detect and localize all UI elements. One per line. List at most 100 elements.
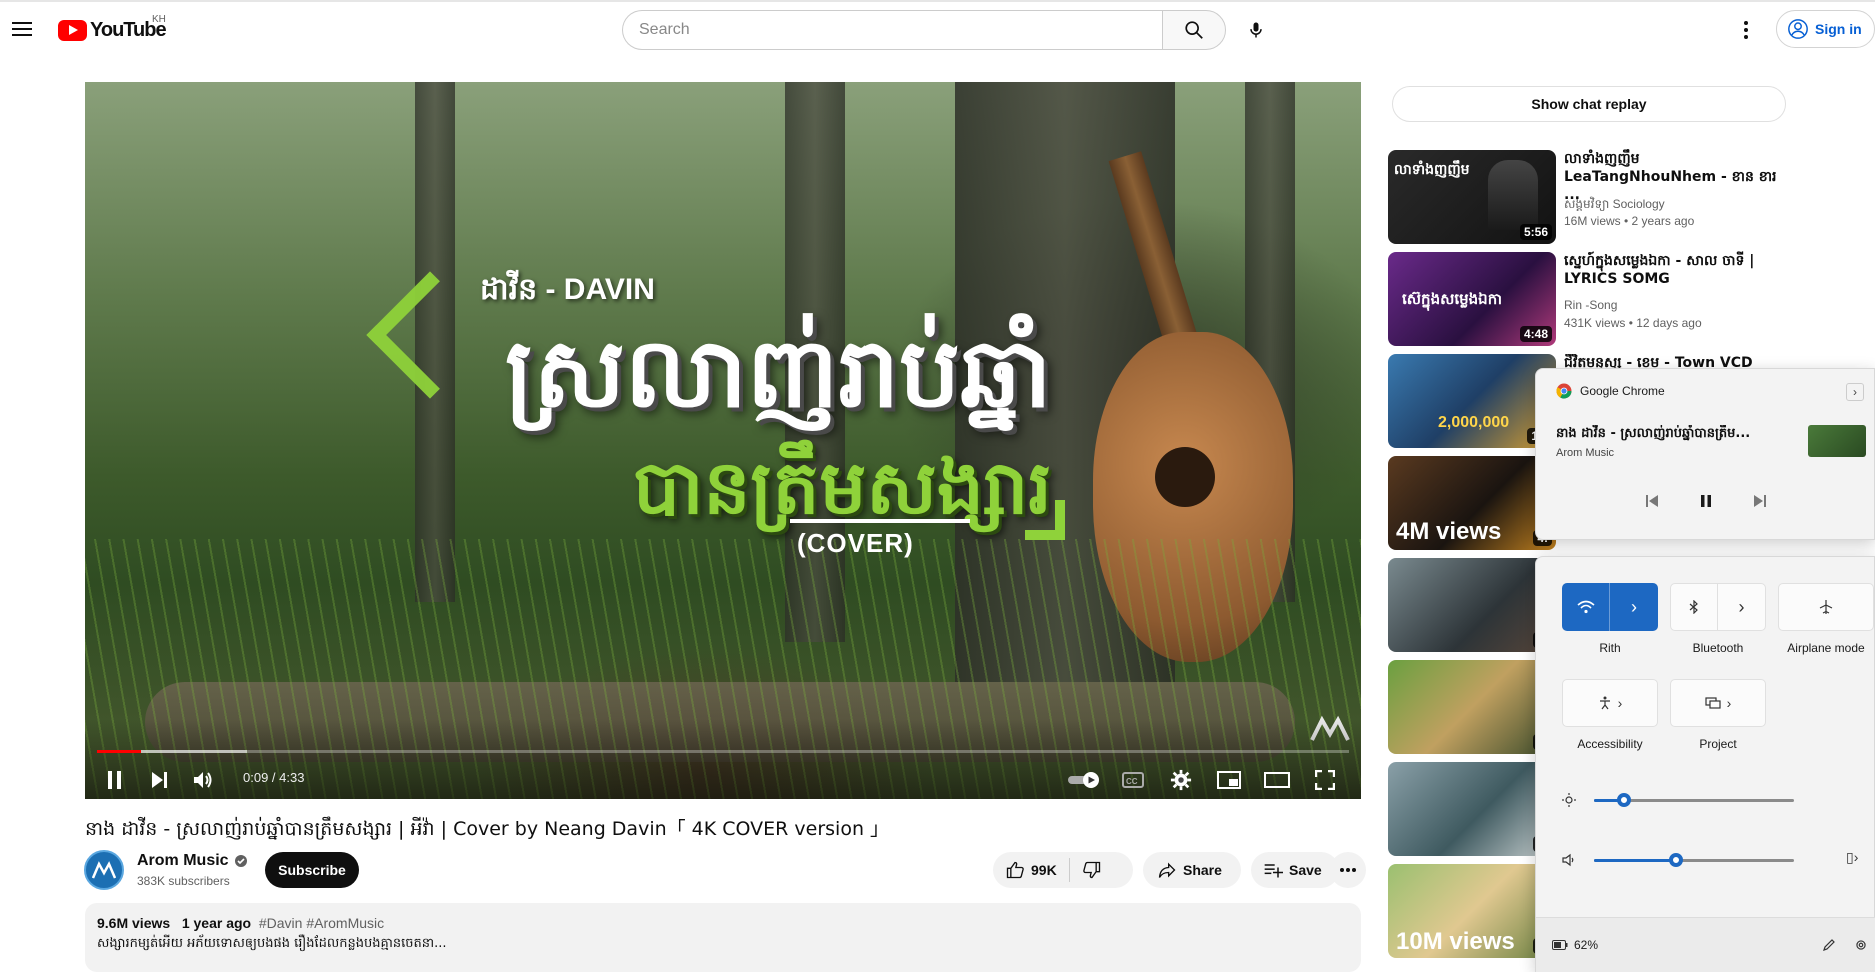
accessibility-tile[interactable]: › <box>1562 679 1658 727</box>
save-label: Save <box>1289 862 1322 878</box>
airplane-mode-tile[interactable] <box>1778 583 1874 631</box>
expand-chevron-icon[interactable]: › <box>1846 383 1864 401</box>
media-app-name: Google Chrome <box>1580 384 1665 398</box>
accessibility-icon <box>1599 696 1610 710</box>
playlist-add-icon <box>1264 864 1283 878</box>
thumbnail-text: 4M views <box>1396 518 1502 545</box>
brightness-icon <box>1562 793 1576 807</box>
like-button[interactable]: 99K <box>993 858 1070 882</box>
share-label: Share <box>1183 862 1222 878</box>
recommendation-thumbnail[interactable]: ស៊េក្នុងសម្លេងឯកា 4:48 <box>1388 252 1556 346</box>
media-previous-button[interactable] <box>1640 489 1664 513</box>
dislike-button[interactable] <box>1070 860 1114 880</box>
channel-name-text: Arom Music <box>137 852 229 869</box>
thumbnail-text: 2,000,000 <box>1438 414 1510 431</box>
video-duration: 4:48 <box>1519 326 1552 342</box>
channel-avatar[interactable] <box>84 850 124 890</box>
sign-in-button[interactable]: Sign in <box>1776 10 1875 48</box>
battery-icon <box>1552 940 1568 950</box>
show-chat-replay-button[interactable]: Show chat replay <box>1392 86 1786 122</box>
recommendation-title[interactable]: ស្នេហ៍ក្នុងសម្លេងឯកា - សាល ចាទី | LYRICS… <box>1564 252 1784 288</box>
progress-bar[interactable] <box>97 750 1349 753</box>
more-horizontal-icon <box>1340 868 1356 872</box>
project-chevron-icon: › <box>1726 695 1732 711</box>
recommendation-thumbnail[interactable]: 4M views 4: <box>1388 456 1556 550</box>
description-box[interactable]: 9.6M views 1 year ago #Davin #AromMusic … <box>85 903 1361 972</box>
volume-slider[interactable] <box>1594 853 1794 867</box>
channel-name[interactable]: Arom Music <box>137 852 248 870</box>
brightness-knob[interactable] <box>1617 793 1631 807</box>
project-tile[interactable]: › <box>1670 679 1766 727</box>
bluetooth-tile[interactable]: › <box>1670 583 1766 631</box>
subtitles-button[interactable]: CC <box>1115 762 1151 798</box>
gear-icon[interactable] <box>1854 938 1868 952</box>
description-meta: 9.6M views 1 year ago #Davin #AromMusic <box>97 915 1349 931</box>
recommendation-channel[interactable]: សង្គមវិទ្យា Sociology <box>1564 196 1665 214</box>
recommendation-thumbnail[interactable]: លាទាំងញញឹម 5:56 <box>1388 150 1556 244</box>
like-dislike-group: 99K <box>993 852 1133 888</box>
speaker-icon[interactable] <box>1562 853 1576 867</box>
channel-logo-icon <box>92 861 116 879</box>
save-button[interactable]: Save <box>1251 852 1339 888</box>
theater-mode-button[interactable] <box>1259 762 1295 798</box>
media-pause-button[interactable] <box>1694 489 1718 513</box>
hashtags[interactable]: #Davin #AromMusic <box>259 915 384 931</box>
next-button[interactable] <box>141 762 177 798</box>
media-next-button[interactable] <box>1748 489 1772 513</box>
wifi-expand-chevron-icon[interactable]: › <box>1610 583 1658 631</box>
autoplay-toggle[interactable] <box>1065 762 1105 798</box>
settings-more-icon[interactable] <box>1734 16 1758 44</box>
bluetooth-label: Bluetooth <box>1692 641 1744 655</box>
bluetooth-expand-chevron-icon[interactable]: › <box>1718 583 1765 631</box>
edit-pencil-icon[interactable] <box>1822 938 1836 952</box>
menu-icon[interactable] <box>12 18 36 40</box>
audio-output-icon[interactable]: ▯› <box>1846 849 1858 866</box>
view-count: 9.6M views <box>97 915 171 931</box>
subscribe-button[interactable]: Subscribe <box>265 852 359 888</box>
search-input[interactable]: Search <box>622 10 1162 50</box>
overlay-cover-label: (COVER) <box>797 528 914 558</box>
autoplay-icon <box>1068 772 1099 788</box>
voice-search-button[interactable] <box>1236 10 1276 50</box>
recommendation-thumbnail[interactable]: 3: <box>1388 660 1556 754</box>
airplane-icon <box>1819 600 1833 614</box>
recommendation-title[interactable]: ជីវិតមនុស្ស - ខេម - Town VCD <box>1564 354 1784 368</box>
bluetooth-toggle[interactable] <box>1671 583 1719 631</box>
search-button[interactable] <box>1162 10 1226 50</box>
media-control-flyout: Google Chrome › នាង ដាវីន - ស្រលាញ់រាប់ឆ… <box>1535 368 1875 540</box>
sign-in-label: Sign in <box>1815 21 1862 37</box>
volume-icon <box>194 772 212 788</box>
more-actions-button[interactable] <box>1330 852 1366 888</box>
pause-button[interactable] <box>97 762 133 798</box>
wifi-tile[interactable]: › <box>1562 583 1658 631</box>
recommendation-thumbnail[interactable]: 2,000,000 11: <box>1388 354 1556 448</box>
miniplayer-button[interactable] <box>1211 762 1247 798</box>
youtube-logo[interactable]: YouTube <box>58 18 167 42</box>
recommendation-thumbnail[interactable]: 4: <box>1388 558 1556 652</box>
top-border <box>0 0 1875 2</box>
media-app-row: Google Chrome <box>1556 383 1665 399</box>
volume-fill <box>1594 859 1676 862</box>
thumbnail-text: លាទាំងញញឹម <box>1394 162 1470 178</box>
battery-status[interactable]: 62% <box>1552 938 1598 952</box>
pause-icon <box>1701 495 1711 507</box>
recommendation-title-line: ជីវិតមនុស្ស - ខេម - Town VCD <box>1564 355 1753 368</box>
thumbnail-text: 10M views <box>1396 928 1515 955</box>
share-button[interactable]: Share <box>1143 852 1241 888</box>
upload-age: 1 year ago <box>181 915 252 931</box>
chrome-icon <box>1556 383 1572 399</box>
microphone-icon <box>1250 22 1262 38</box>
brightness-slider[interactable] <box>1594 793 1794 807</box>
fullscreen-button[interactable] <box>1307 762 1343 798</box>
recommendation-thumbnail[interactable]: 10M views 4: <box>1388 864 1556 958</box>
like-count: 99K <box>1031 862 1057 878</box>
recommendation-channel[interactable]: Rin -Song <box>1564 298 1617 312</box>
recommendation-thumbnail[interactable]: 4: <box>1388 762 1556 856</box>
volume-knob[interactable] <box>1669 853 1683 867</box>
settings-button[interactable] <box>1163 762 1199 798</box>
thumbs-up-icon <box>1006 861 1024 879</box>
mute-button[interactable] <box>185 762 221 798</box>
thumbnail-text: ស៊េក្នុងសម្លេងឯកា <box>1402 290 1502 308</box>
video-player[interactable]: ដាវីន - DAVIN ស្រលាញ់រាប់ឆ្នាំ បានត្រឹមស… <box>85 82 1361 799</box>
wifi-toggle[interactable] <box>1562 583 1610 631</box>
